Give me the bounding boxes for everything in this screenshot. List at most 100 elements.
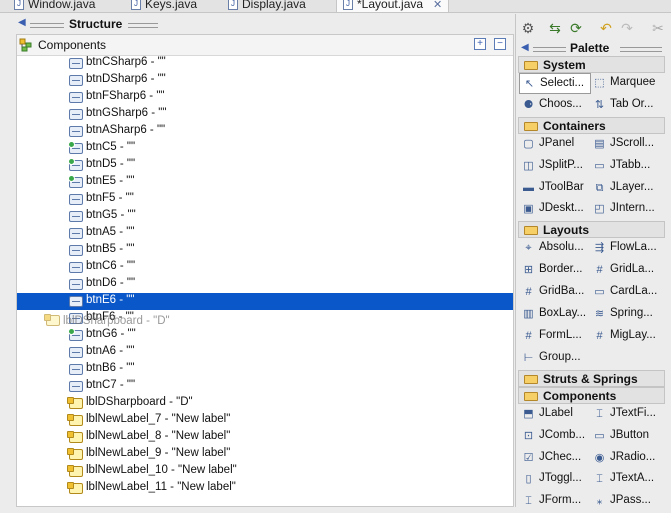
components-root[interactable]: Components + −	[17, 35, 513, 56]
drag-handle[interactable]	[533, 47, 566, 52]
button-green-icon	[68, 158, 83, 171]
collapse-left-icon[interactable]: ◀	[18, 17, 26, 28]
cut-icon[interactable]: ✂	[650, 20, 666, 36]
palette-item[interactable]: # GridBa...	[519, 282, 591, 303]
palette-item[interactable]: ⊞ Border...	[519, 260, 591, 281]
palette-item[interactable]: ▭ JTabb...	[590, 156, 662, 177]
drag-handle[interactable]	[30, 23, 64, 28]
goto-source-icon[interactable]: ⇆	[547, 20, 563, 36]
undo-icon[interactable]: ↶	[598, 20, 614, 36]
palette-item[interactable]: ▤ JScroll...	[590, 134, 662, 155]
palette-item[interactable]: ◰ JIntern...	[590, 199, 662, 220]
java-file-icon: J	[228, 0, 238, 10]
palette-item[interactable]: ◉ JRadio...	[590, 448, 662, 469]
tab-label: Window.java	[28, 0, 96, 11]
tree-row[interactable]: btnD6 - ""	[17, 276, 513, 293]
palette-category[interactable]: Layouts	[518, 221, 665, 239]
tree-row[interactable]: btnA6 - ""	[17, 344, 513, 361]
palette-item[interactable]: ◫ JSplitP...	[519, 156, 591, 177]
tree-row[interactable]: btnE5 - ""	[17, 174, 513, 191]
drag-handle[interactable]	[620, 47, 662, 52]
button-icon	[69, 92, 83, 103]
desktoppane-icon: ▣	[523, 203, 534, 216]
expand-all-icon[interactable]: +	[474, 38, 486, 50]
jbutton-icon: ▭	[594, 429, 605, 442]
palette-item[interactable]: ▭ CardLa...	[590, 282, 662, 303]
palette-item[interactable]: ⌖ Absolu...	[519, 238, 591, 259]
tree-row[interactable]: lblNewLabel_11 - "New label"	[17, 480, 513, 497]
palette-item[interactable]: ⬚ Marquee	[590, 73, 662, 94]
bean-icon: ⚈	[523, 98, 534, 111]
tree-row[interactable]: btnGSharp6 - ""	[17, 106, 513, 123]
tree-row[interactable]: btnF5 - ""	[17, 191, 513, 208]
palette-category[interactable]: System	[518, 56, 665, 73]
palette-item[interactable]: # GridLa...	[590, 260, 662, 281]
tree-row[interactable]: btnB6 - ""	[17, 361, 513, 378]
tab-window-java[interactable]: J Window.java	[14, 0, 95, 12]
palette-item[interactable]: ⇶ FlowLa...	[590, 238, 662, 259]
tree-row[interactable]: btnFSharp6 - ""	[17, 89, 513, 106]
palette-items: ⬒ JLabel ⌶ JTextFi... ⊡ JComb... ▭ JButton ☑ JChe…	[518, 404, 665, 513]
palette-item[interactable]: ⊢ Group...	[519, 348, 591, 369]
palette-item-label: Tab Or...	[610, 97, 654, 110]
palette-item[interactable]: ▥ BoxLay...	[519, 304, 591, 325]
palette-item-label: JScroll...	[610, 136, 655, 149]
palette-item[interactable]: ⇅ Tab Or...	[590, 95, 662, 116]
tree-row[interactable]: btnC5 - ""	[17, 140, 513, 157]
palette-item[interactable]: ≋ Spring...	[590, 304, 662, 325]
tree-row-label: btnB6 - ""	[86, 362, 135, 374]
tree-row[interactable]: btnCSharp6 - ""	[17, 55, 513, 72]
palette-item[interactable]: ⌶ JForm...	[519, 491, 591, 512]
palette-item[interactable]: ☑ JChec...	[519, 448, 591, 469]
palette-item[interactable]: ▯ JToggl...	[519, 469, 591, 490]
tree-row[interactable]: btnC6 - ""	[17, 259, 513, 276]
palette-item[interactable]: ▣ JDeskt...	[519, 199, 591, 220]
palette-item[interactable]: ⚈ Choos...	[519, 95, 591, 116]
palette-item[interactable]: ⁎ JPass...	[590, 491, 662, 512]
tree-row[interactable]: lblNewLabel_8 - "New label"	[17, 429, 513, 446]
palette-toolbar: ⚙ ⇆ ⟳ ↶ ↷ ✂	[516, 14, 671, 42]
palette-item[interactable]: ↖ Selecti...	[519, 73, 591, 94]
drag-handle[interactable]	[128, 23, 158, 28]
tab-layout-java[interactable]: J *Layout.java ✕	[336, 0, 450, 12]
close-icon[interactable]: ✕	[433, 0, 442, 11]
tree-row[interactable]: lblDSharpboard - "D"	[17, 395, 513, 412]
tree-row[interactable]: btnB5 - ""	[17, 242, 513, 259]
palette-category[interactable]: Components	[518, 386, 665, 404]
palette-item[interactable]: ⌶ JTextFi...	[590, 404, 662, 425]
palette-item[interactable]: ⬒ JLabel	[519, 404, 591, 425]
palette-item[interactable]: ▭ JButton	[590, 426, 662, 447]
tree-row[interactable]: btnD5 - ""	[17, 157, 513, 174]
tree-row[interactable]: btnDSharp6 - ""	[17, 72, 513, 89]
tree-row[interactable]: lblNewLabel_7 - "New label"	[17, 412, 513, 429]
tree-row[interactable]: lblNewLabel_10 - "New label"	[17, 463, 513, 480]
collapse-all-icon[interactable]: −	[494, 38, 506, 50]
palette-item[interactable]: ⌶ JTextA...	[590, 469, 662, 490]
bean-settings-icon[interactable]: ⚙	[520, 20, 536, 36]
palette-item[interactable]: # FormL...	[519, 326, 591, 347]
palette-item[interactable]: ▬ JToolBar	[519, 178, 591, 199]
tree-row-label: btnA5 - ""	[86, 226, 135, 238]
redo-icon[interactable]: ↷	[619, 20, 635, 36]
button-icon	[69, 279, 83, 290]
scrollpane-icon: ▤	[594, 137, 605, 150]
palette-panel: ⚙ ⇆ ⟳ ↶ ↷ ✂ ◀ Palette System ↖ Selecti... ⬚…	[515, 14, 671, 507]
palette-item[interactable]: ⧉ JLayer...	[590, 178, 662, 199]
tab-keys-java[interactable]: J Keys.java	[131, 0, 197, 12]
tab-label: Display.java	[242, 0, 306, 11]
tree-row[interactable]: btnASharp6 - ""	[17, 123, 513, 140]
palette-category[interactable]: Struts & Springs	[518, 369, 665, 387]
tree-row[interactable]: btnG5 - ""	[17, 208, 513, 225]
palette-item[interactable]: # MigLay...	[590, 326, 662, 347]
tree-row[interactable]: btnC7 - ""	[17, 378, 513, 395]
tree-row[interactable]: lblNewLabel_9 - "New label"	[17, 446, 513, 463]
tree-row[interactable]: btnA5 - ""	[17, 225, 513, 242]
palette-item[interactable]: ▢ JPanel	[519, 134, 591, 155]
tab-display-java[interactable]: J Display.java	[228, 0, 306, 12]
collapse-left-icon[interactable]: ◀	[521, 42, 529, 53]
tree-row[interactable]: btnG6 - ""	[17, 327, 513, 344]
refresh-icon[interactable]: ⟳	[568, 20, 584, 36]
tree-row[interactable]: btnE6 - ""	[17, 293, 513, 310]
palette-item[interactable]: ⊡ JComb...	[519, 426, 591, 447]
palette-category[interactable]: Containers	[518, 116, 665, 134]
